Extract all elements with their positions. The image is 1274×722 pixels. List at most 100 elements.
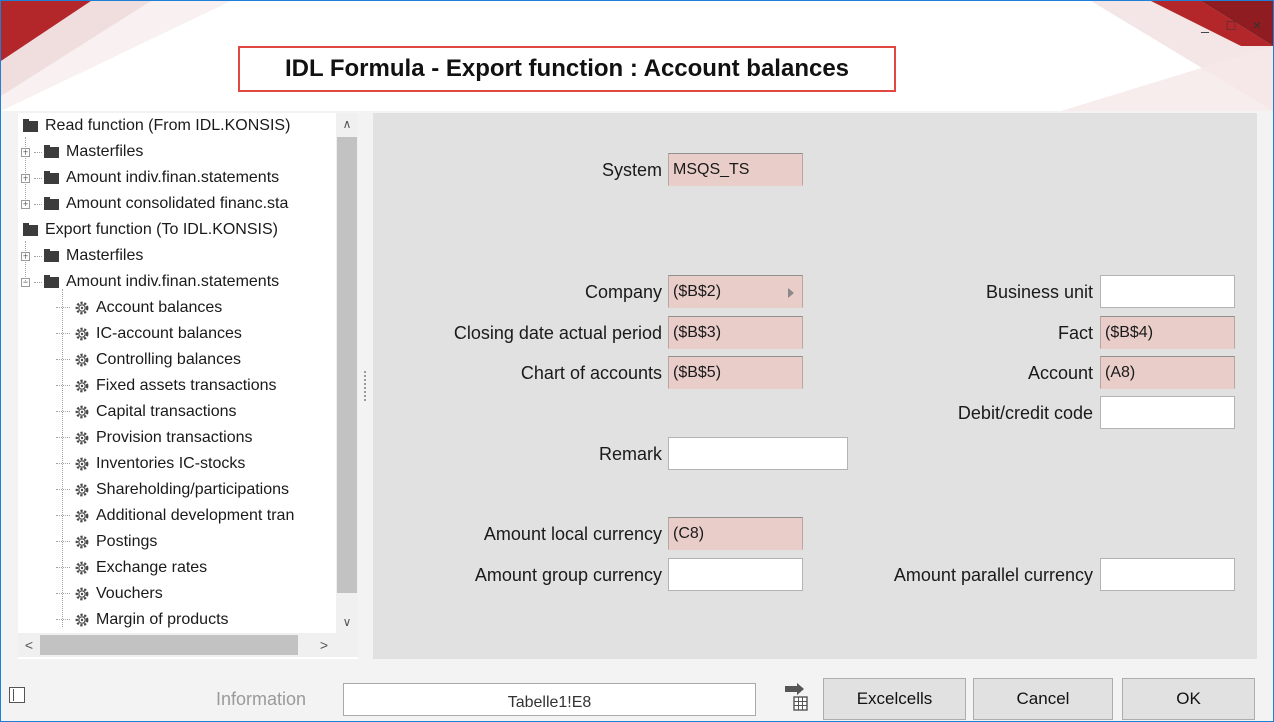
scroll-down-button[interactable]: ∨ (336, 611, 358, 633)
tree-leaf-item[interactable]: Controlling balances (56, 347, 241, 373)
tree-connector (56, 515, 70, 516)
tree-item-label: Controlling balances (96, 351, 241, 368)
information-label: Information (216, 689, 307, 709)
gear-icon (74, 352, 90, 368)
footer-bar: Information Tabelle1!E8 Excelcells Cance… (1, 661, 1273, 721)
panel-toggle-icon[interactable] (9, 687, 25, 703)
tree-item-label: IC-account balances (96, 325, 242, 342)
debit-credit-field[interactable] (1100, 396, 1235, 429)
tree-item-label: Vouchers (96, 585, 163, 602)
horizontal-scroll-thumb[interactable] (40, 635, 298, 655)
gear-icon (74, 326, 90, 342)
tree-leaf-item[interactable]: IC-account balances (56, 321, 242, 347)
scroll-up-button[interactable]: ∧ (336, 113, 358, 135)
tree-connector (34, 151, 42, 153)
system-label: System (601, 160, 662, 180)
tree-folder-item[interactable]: Read function (From IDL.KONSIS) (23, 113, 290, 139)
cancel-button[interactable]: Cancel (973, 678, 1113, 720)
scroll-left-button[interactable]: < (18, 633, 40, 657)
tree-folder-item[interactable]: + Amount consolidated financ.sta (21, 191, 288, 217)
folder-icon (23, 118, 38, 132)
arrow-right-icon[interactable] (788, 288, 794, 298)
amount-local-field[interactable]: (C8) (668, 517, 803, 550)
tree-leaf-item[interactable]: Account balances (56, 295, 222, 321)
gear-icon (74, 456, 90, 472)
company-field[interactable]: ($B$2) (668, 275, 803, 308)
business-unit-field[interactable] (1100, 275, 1235, 308)
debit-credit-label: Debit/credit code (957, 403, 1093, 423)
window-controls: _ □ × (1197, 17, 1265, 33)
tree-folder-item[interactable]: Export function (To IDL.KONSIS) (23, 217, 278, 243)
tree-leaf-item[interactable]: Fixed assets transactions (56, 373, 277, 399)
tree-folder-item[interactable]: + Amount indiv.finan.statements (21, 165, 279, 191)
tree-item-label: Export function (To IDL.KONSIS) (45, 221, 278, 238)
gear-icon (74, 586, 90, 602)
fact-field[interactable]: ($B$4) (1100, 316, 1235, 349)
tree-leaf-item[interactable]: Exchange rates (56, 555, 207, 581)
tree-connector (56, 333, 70, 334)
amount-group-field[interactable] (668, 558, 803, 591)
tree-folder-item[interactable]: + Masterfiles (21, 139, 143, 165)
tree-item-label: Additional development tran (96, 507, 295, 524)
panel-splitter[interactable] (359, 113, 373, 659)
tree-leaf-item[interactable]: Vouchers (56, 581, 163, 607)
tree-horizontal-scrollbar[interactable]: < > (18, 633, 358, 657)
tree-item-label: Shareholding/participations (96, 481, 290, 498)
tree-leaf-item[interactable]: Shareholding/participations (56, 477, 290, 503)
gear-icon (74, 378, 90, 394)
chart-of-accounts-field[interactable]: ($B$5) (668, 356, 803, 389)
amount-group-label: Amount group currency (474, 565, 662, 585)
amount-parallel-field[interactable] (1100, 558, 1235, 591)
maximize-button[interactable]: □ (1223, 17, 1239, 33)
gear-icon (74, 534, 90, 550)
excel-import-icon[interactable] (782, 683, 808, 711)
remark-field[interactable] (668, 437, 848, 470)
gear-icon (74, 404, 90, 420)
scroll-right-button[interactable]: > (313, 633, 335, 657)
ok-button[interactable]: OK (1122, 678, 1255, 720)
tree-folder-item[interactable]: − Amount indiv.finan.statements (21, 269, 279, 295)
tree-leaf-item[interactable]: Postings (56, 529, 158, 555)
fact-label: Fact (1057, 323, 1093, 343)
tree-item-label: Masterfiles (66, 247, 144, 264)
minimize-button[interactable]: _ (1197, 17, 1213, 33)
system-field[interactable]: MSQS_TS (668, 153, 803, 186)
gear-icon (74, 430, 90, 446)
business-unit-label: Business unit (985, 282, 1093, 302)
company-value: ($B$2) (673, 282, 722, 300)
tree-item-label: Margin of products (96, 611, 229, 628)
information-field[interactable]: Tabelle1!E8 (343, 683, 756, 716)
tree-vertical-scrollbar[interactable]: ∧ ∨ (336, 113, 358, 633)
tree-connector (56, 411, 70, 412)
tree-connector (34, 255, 42, 257)
tree-leaf-item[interactable]: Capital transactions (56, 399, 237, 425)
closing-date-field[interactable]: ($B$3) (668, 316, 803, 349)
tree-leaf-item[interactable]: Additional development tran (56, 503, 295, 529)
tree-connector-vertical (25, 137, 26, 205)
folder-icon (44, 196, 59, 210)
tree-leaf-item[interactable]: Margin of products (56, 607, 229, 633)
vertical-scroll-thumb[interactable] (337, 137, 357, 593)
remark-label: Remark (598, 444, 662, 464)
tree-item-label: Postings (96, 533, 158, 550)
tree-leaf-item[interactable]: Provision transactions (56, 425, 253, 451)
folder-icon (44, 144, 59, 158)
tree-item-label: Fixed assets transactions (96, 377, 277, 394)
tree-folder-item[interactable]: + Masterfiles (21, 243, 143, 269)
tree-item-label: Amount indiv.finan.statements (66, 169, 280, 186)
close-button[interactable]: × (1249, 17, 1265, 33)
excelcells-button[interactable]: Excelcells (823, 678, 966, 720)
gear-icon (74, 612, 90, 628)
tree-leaf-item[interactable]: Inventories IC-stocks (56, 451, 245, 477)
tree-item-label: Amount consolidated financ.sta (66, 195, 289, 212)
splitter-grip[interactable] (364, 371, 367, 401)
title-bar: IDL Formula - Export function : Account … (1, 1, 1273, 111)
company-label: Company (584, 282, 662, 302)
tree-connector (34, 203, 42, 205)
tree-item-label: Provision transactions (96, 429, 253, 446)
account-field[interactable]: (A8) (1100, 356, 1235, 389)
folder-icon (44, 248, 59, 262)
tree-connector (56, 359, 70, 360)
tree-connector (56, 463, 70, 464)
dialog-window: IDL Formula - Export function : Account … (0, 0, 1274, 722)
